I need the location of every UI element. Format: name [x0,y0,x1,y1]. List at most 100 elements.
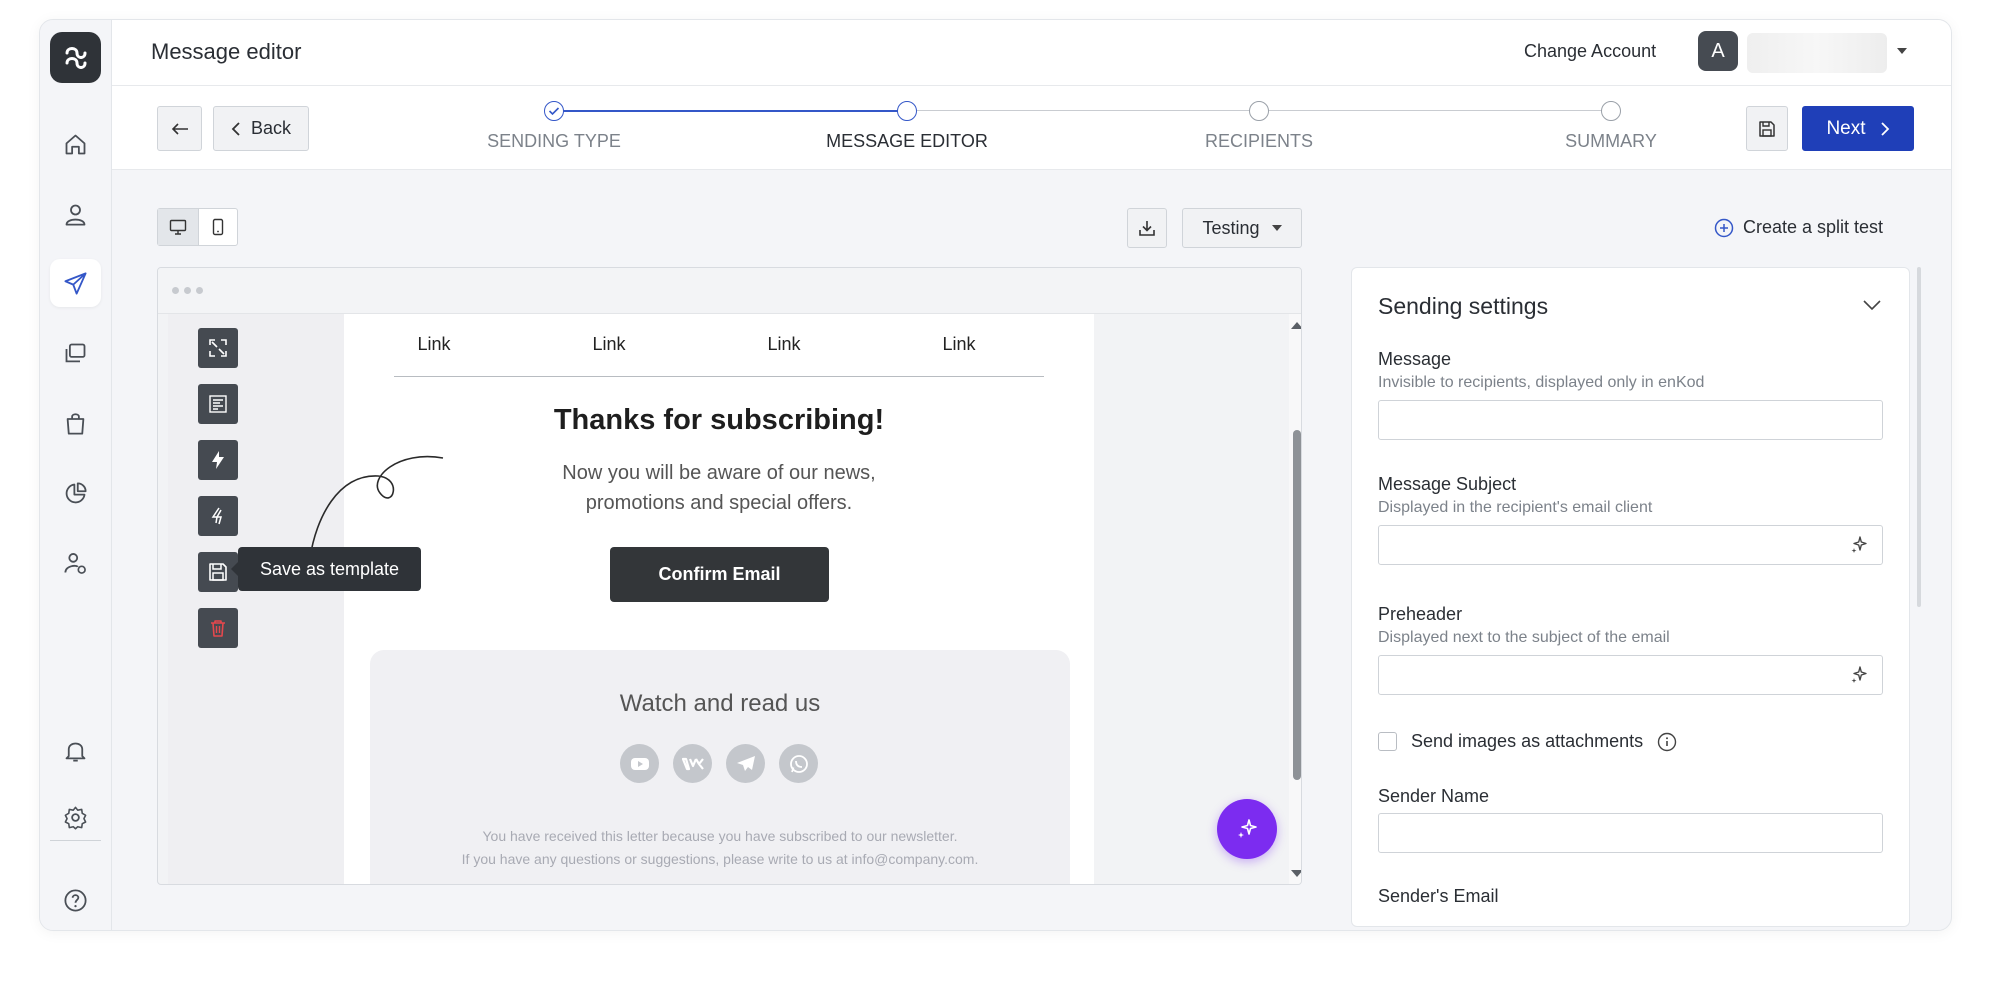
window-dot [184,287,191,294]
app-logo[interactable] [50,32,101,83]
text-block-tool[interactable] [198,384,238,424]
sidebar-item-contacts[interactable] [50,190,101,238]
mobile-icon [212,218,223,236]
sender-email-label: Sender's Email [1378,886,1499,906]
arrow-left-icon [171,122,188,135]
message-hint: Invisible to recipients, displayed only … [1378,374,1705,391]
save-draft-button[interactable] [1746,106,1788,151]
sidebar-item-help[interactable] [50,876,101,924]
stepper-bar: Back SENDING TYPE MESSAGE EDITOR RECIPIE… [112,86,1951,170]
sidebar-item-notifications[interactable] [50,726,101,774]
fullscreen-tool[interactable] [198,328,238,368]
subject-hint: Displayed in the recipient's email clien… [1378,499,1653,516]
sending-settings-panel: Sending settings Message Invisible to re… [1351,267,1910,927]
email-nav-link[interactable]: Link [919,334,999,355]
sidebar-item-templates[interactable] [50,329,101,377]
testing-dropdown[interactable]: Testing [1182,208,1302,248]
back-arrow-button[interactable] [157,106,202,151]
collapse-settings-button[interactable] [1862,298,1882,316]
download-button[interactable] [1127,208,1167,248]
ai-assistant-button[interactable] [1217,799,1277,859]
back-button[interactable]: Back [213,106,309,151]
logo-icon [65,46,86,69]
telegram-icon[interactable] [726,744,765,783]
step-dot-message-editor[interactable] [897,101,917,121]
sidebar-divider [50,840,101,841]
editor-scrollbar[interactable] [1289,314,1301,884]
chevron-right-icon [1880,121,1889,136]
save-icon [1759,120,1775,137]
trash-icon [211,620,225,637]
send-images-checkbox[interactable] [1378,732,1397,751]
preheader-label: Preheader [1378,604,1463,624]
settings-scrollbar[interactable] [1917,267,1921,607]
step-label-recipients[interactable]: RECIPIENTS [1139,131,1379,152]
help-icon [64,888,87,912]
sidebar [40,20,112,930]
scrollbar-thumb[interactable] [1293,430,1301,780]
youtube-icon[interactable] [620,744,659,783]
whatsapp-icon[interactable] [779,744,818,783]
info-icon[interactable] [1657,732,1677,752]
email-nav-link[interactable]: Link [394,334,474,355]
sidebar-item-products[interactable] [50,399,101,447]
sidebar-item-mailings[interactable] [50,259,101,307]
device-toggle [157,208,238,246]
sidebar-item-analytics[interactable] [50,469,101,517]
email-nav-link[interactable]: Link [569,334,649,355]
message-input[interactable] [1378,400,1883,440]
chevron-down-icon[interactable] [1897,48,1907,54]
sidebar-item-home[interactable] [50,120,101,168]
pie-chart-icon [65,481,87,503]
email-heading[interactable]: Thanks for subscribing! [344,404,1094,437]
annotation-arrow [299,455,444,563]
gear-icon [64,806,87,830]
window-dot [196,287,203,294]
desktop-view-button[interactable] [158,209,198,245]
email-nav-link[interactable]: Link [744,334,824,355]
preheader-ai-button[interactable] [1847,663,1871,687]
align-left-icon [209,395,227,413]
email-footer[interactable]: Watch and read us You have received this… [370,650,1070,884]
account-name-redacted[interactable] [1747,33,1887,73]
step-label-message-editor[interactable]: MESSAGE EDITOR [787,131,1027,152]
sender-name-input[interactable] [1378,813,1883,853]
save-icon [209,563,227,581]
chevron-left-icon [231,121,240,136]
subject-input[interactable] [1378,525,1883,565]
change-account-link[interactable]: Change Account [1524,41,1656,62]
avatar[interactable]: A [1698,31,1738,71]
home-icon [65,134,86,154]
next-button[interactable]: Next [1802,106,1914,151]
create-split-test-link[interactable]: Create a split test [1714,217,1883,238]
step-dot-summary[interactable] [1601,101,1621,121]
step-dot-sending-type[interactable] [544,101,564,121]
save-as-template-tooltip: Save as template [231,547,421,591]
bell-icon [65,742,86,762]
sparkle-icon [1851,666,1867,683]
footer-legal-text: You have received this letter because yo… [482,828,958,844]
subject-label: Message Subject [1378,474,1517,494]
step-dot-recipients[interactable] [1249,101,1269,121]
send-images-attachments-row[interactable]: Send images as attachments [1378,731,1677,752]
preheader-input[interactable] [1378,655,1883,695]
stepper-progress [554,110,906,112]
step-label-sending-type[interactable]: SENDING TYPE [434,131,674,152]
email-body-text[interactable]: Now you will be aware of our news, promo… [544,458,894,518]
user-settings-icon [64,552,86,574]
send-icon [64,271,87,295]
scroll-down-arrow[interactable] [1291,870,1301,877]
scroll-up-arrow[interactable] [1291,322,1301,329]
footer-heading[interactable]: Watch and read us [370,690,1070,718]
subject-ai-button[interactable] [1847,533,1871,557]
confirm-email-button[interactable]: Confirm Email [610,547,829,602]
step-label-summary[interactable]: SUMMARY [1491,131,1731,152]
sidebar-item-account-settings[interactable] [50,539,101,587]
chevron-down-icon [1863,300,1881,311]
app-window: Message editor Change Account A Back SEN… [39,19,1952,931]
vk-icon[interactable] [673,744,712,783]
expand-icon [209,339,227,357]
mobile-view-button[interactable] [197,209,238,245]
sparkle-icon [1238,819,1257,838]
sidebar-item-settings[interactable] [50,793,101,841]
